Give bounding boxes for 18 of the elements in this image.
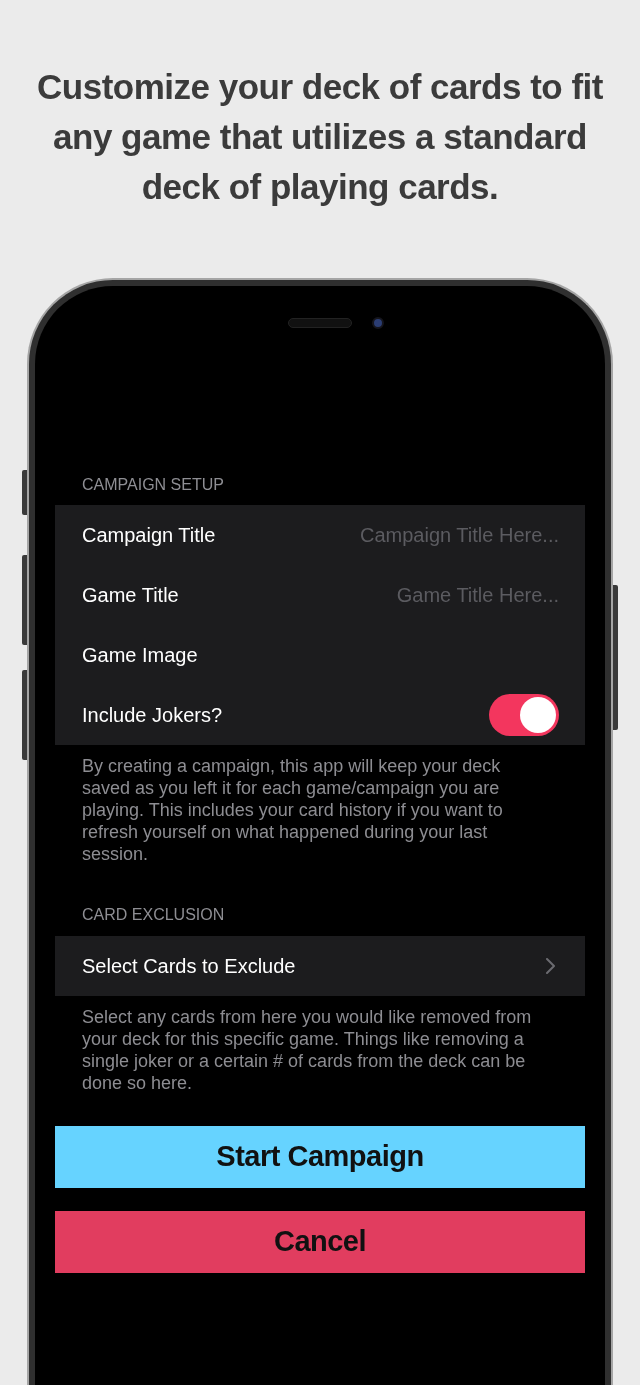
toggle-label: Include Jokers? xyxy=(82,703,223,728)
text-input-field[interactable]: Game Title Here... xyxy=(194,580,559,610)
image-picker-row[interactable]: Game Image xyxy=(82,640,198,670)
navigation-row[interactable]: Select Cards to Exclude xyxy=(55,936,585,996)
headline: Customize your deck of cards to fit any game that utilizes a standard deck of playing cards. xyxy=(36,66,604,208)
speaker-icon xyxy=(288,318,352,328)
cancel-button[interactable]: Cancel xyxy=(55,1211,585,1273)
field-label: Campaign Title xyxy=(82,523,216,548)
text-input-field[interactable]: Campaign Title Here... xyxy=(231,520,559,550)
chevron-right-icon xyxy=(546,958,555,974)
section-header: CARD EXCLUSION xyxy=(81,905,226,925)
section-footer: Select any cards from here you would like removed from your deck for this specific game. Things like removing a single joker or a certain # of cards from the deck can be done so here. xyxy=(55,1006,585,1094)
camera-icon xyxy=(372,317,384,329)
field-label: Game Title xyxy=(82,583,179,608)
section-footer: By creating a campaign, this app will keep your deck saved as you left it for each game/campaign you are playing. This includes your card history if you want to refresh yourself on what happened during your last session. xyxy=(55,755,585,865)
section-header: CAMPAIGN SETUP xyxy=(81,475,225,495)
toggle-switch[interactable] xyxy=(489,694,559,736)
start-button[interactable]: Start Campaign xyxy=(55,1126,585,1188)
